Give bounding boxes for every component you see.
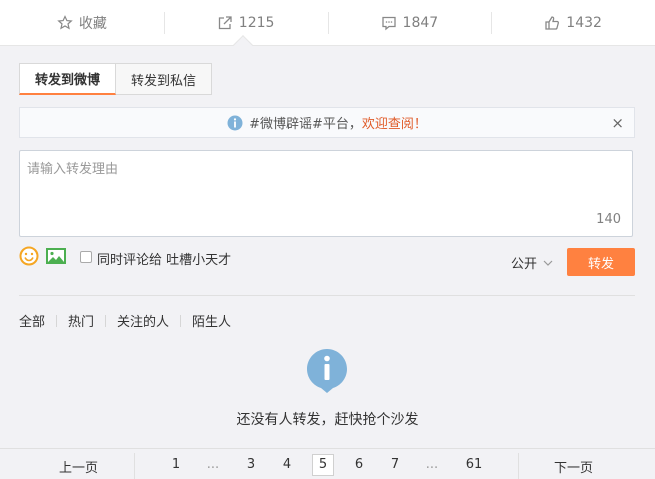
action-bar: 收藏 1215 1847 1432 bbox=[0, 0, 655, 46]
page-link[interactable]: 6 bbox=[348, 457, 370, 472]
info-bubble-icon bbox=[307, 349, 347, 393]
composer-toolbar: 同时评论给 吐槽小天才 公开 转发 bbox=[19, 246, 635, 276]
comment-count: 1847 bbox=[402, 14, 439, 31]
favorite-label: 收藏 bbox=[78, 15, 107, 32]
info-icon bbox=[227, 115, 243, 130]
repost-filters: 全部 热门 关注的人 陌生人 bbox=[19, 311, 231, 330]
page-link[interactable]: 1 bbox=[165, 457, 187, 472]
repost-submit-button[interactable]: 转发 bbox=[567, 248, 635, 276]
char-counter: 140 bbox=[596, 212, 621, 227]
pagination: 上一页 1 ... 3 4 5 6 7 ... 61 下一页 bbox=[0, 448, 655, 479]
also-comment-checkbox[interactable] bbox=[80, 251, 92, 263]
filter-separator bbox=[180, 314, 182, 327]
tab-repost-message[interactable]: 转发到私信 bbox=[116, 63, 213, 95]
filter-following[interactable]: 关注的人 bbox=[117, 311, 169, 330]
like-icon bbox=[545, 15, 560, 30]
repost-reason-input[interactable] bbox=[20, 151, 632, 211]
comment-action[interactable]: 1847 bbox=[327, 0, 492, 45]
like-action[interactable]: 1432 bbox=[491, 0, 655, 45]
image-icon[interactable] bbox=[46, 248, 66, 264]
prev-page-button[interactable]: 上一页 bbox=[59, 457, 98, 476]
pager-divider bbox=[134, 453, 135, 479]
filter-strangers[interactable]: 陌生人 bbox=[192, 311, 231, 330]
repost-count: 1215 bbox=[238, 14, 275, 31]
page-link[interactable]: 3 bbox=[240, 457, 262, 472]
repost-composer: 140 bbox=[19, 150, 633, 237]
page-ellipsis: ... bbox=[206, 457, 220, 472]
next-page-button[interactable]: 下一页 bbox=[554, 457, 593, 476]
filter-hot[interactable]: 热门 bbox=[68, 311, 94, 330]
emoji-icon[interactable] bbox=[19, 246, 39, 266]
visibility-label: 公开 bbox=[511, 257, 538, 272]
like-count: 1432 bbox=[566, 14, 602, 31]
visibility-select[interactable]: 公开 bbox=[511, 253, 553, 272]
notice-text: #微博辟谣#平台， bbox=[249, 117, 362, 132]
repost-tabs: 转发到微博 转发到私信 bbox=[19, 63, 213, 95]
notice-link[interactable]: 欢迎查阅！ bbox=[362, 113, 427, 132]
star-icon bbox=[57, 14, 73, 30]
page-link[interactable]: 7 bbox=[384, 457, 406, 472]
page-link[interactable]: 4 bbox=[276, 457, 298, 472]
page-link[interactable]: 61 bbox=[463, 457, 485, 472]
rumor-notice: #微博辟谣#平台， 欢迎查阅！ × bbox=[19, 107, 635, 138]
favorite-action[interactable]: 收藏 bbox=[0, 0, 164, 45]
filter-separator bbox=[56, 314, 58, 327]
comment-icon bbox=[381, 16, 396, 30]
share-icon bbox=[218, 15, 232, 29]
chevron-down-icon bbox=[543, 260, 553, 266]
divider bbox=[19, 295, 635, 296]
filter-all[interactable]: 全部 bbox=[19, 311, 45, 330]
tab-repost-weibo[interactable]: 转发到微博 bbox=[19, 63, 117, 95]
close-icon[interactable]: × bbox=[611, 114, 624, 132]
page-ellipsis: ... bbox=[425, 457, 439, 472]
also-comment-label: 同时评论给 吐槽小天才 bbox=[97, 253, 232, 268]
current-page[interactable]: 5 bbox=[312, 454, 334, 476]
filter-separator bbox=[105, 314, 107, 327]
pager-divider bbox=[518, 453, 519, 479]
empty-message: 还没有人转发，赶快抢个沙发 bbox=[236, 412, 419, 428]
